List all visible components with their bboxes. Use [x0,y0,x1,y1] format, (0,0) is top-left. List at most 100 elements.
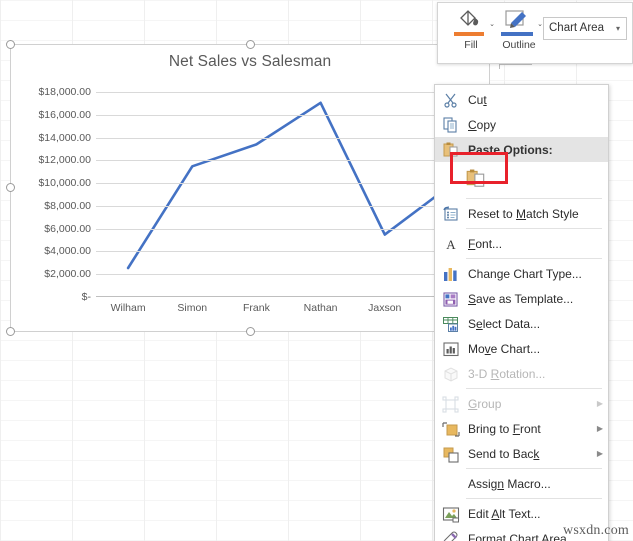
menu-item-label: Save as Template... [468,291,574,306]
format-chart-area-icon [439,528,463,541]
menu-item-assign-macro[interactable]: Assign Macro... [435,471,608,496]
resize-handle-bottom-left[interactable] [6,327,15,336]
resize-handle-middle-left[interactable] [6,183,15,192]
outline-button[interactable]: ⌄ Outline [496,8,543,51]
x-axis-tick-label: Nathan [303,302,338,314]
outline-icon-row: ⌄ [496,8,543,38]
mini-toolbar[interactable]: ⌄ Fill ⌄ Outline Chart Area ▾ [437,2,633,64]
font-a-icon: A [446,237,456,252]
resize-handle-top-center[interactable] [246,40,255,49]
y-axis-tick-label: $4,000.00 [44,245,91,258]
fill-icon-row: ⌄ [448,8,495,38]
menu-separator [466,388,602,389]
menu-item-bring-to-front[interactable]: Bring to Front ▶ [435,416,608,441]
no-icon [439,473,463,495]
series-line-net-sales[interactable] [126,101,451,270]
outline-color-swatch[interactable] [501,32,533,36]
menu-item-label: Change Chart Type... [468,266,582,281]
gridline [96,137,481,139]
chart-element-select-value: Chart Area [549,22,604,34]
cube-3d-icon [439,363,463,385]
menu-item-select-data[interactable]: Select Data... [435,311,608,336]
menu-item-reset-to-match-style[interactable]: Reset to Match Style [435,201,608,226]
chart-context-menu[interactable]: Cut Copy Paste Options: Reset to Match Styl… [434,84,609,541]
chart-area[interactable]: Net Sales vs Salesman $18,000.00 $16,000.… [11,45,489,331]
menu-item-change-chart-type[interactable]: Change Chart Type... [435,261,608,286]
menu-item-label: Edit Alt Text... [468,506,541,521]
clipboard-icon [439,139,463,161]
copy-icon [443,116,457,133]
menu-item-group: Group ▶ [435,391,608,416]
y-axis-tick-label: $10,000.00 [38,177,91,190]
alt-text-icon [439,503,463,525]
x-axis-tick-label: Simon [177,302,208,314]
menu-item-label: Bring to Front [468,421,541,436]
y-axis-tick-label: $14,000.00 [38,131,91,144]
paste-option-keep-source-formatting[interactable] [435,162,608,196]
x-axis-tick-label: Jaxson [368,302,402,314]
gridline [96,92,481,93]
save-template-icon [439,288,463,310]
chart-object[interactable]: Net Sales vs Salesman $18,000.00 $16,000.… [10,44,490,332]
fill-color-swatch[interactable] [454,32,484,36]
menu-item-copy[interactable]: Copy [435,112,608,137]
y-axis-tick-label: $12,000.00 [38,154,91,167]
resize-handle-bottom-center[interactable] [246,327,255,336]
menu-item-label: Group [468,396,502,411]
cube-3d-icon [444,366,458,382]
menu-separator [466,198,602,199]
gridline [96,274,481,276]
line-series [126,101,451,270]
menu-item-label: Font... [468,236,503,251]
move-chart-icon [443,341,459,356]
send-back-icon [443,447,459,463]
svg-text:A: A [446,237,456,252]
menu-item-label: Cut [468,92,487,107]
fill-button[interactable]: ⌄ Fill [448,8,495,51]
clipboard-icon [443,142,458,156]
alt-text-icon [442,506,460,522]
submenu-arrow-icon: ▶ [596,449,604,458]
chevron-down-icon[interactable]: ▾ [616,18,620,39]
gridline [96,205,481,207]
gridline [96,160,481,162]
font-a-icon: A [439,233,463,255]
move-chart-icon [439,338,463,360]
menu-item-label: 3-D Rotation... [468,366,546,381]
menu-item-move-chart[interactable]: Move Chart... [435,336,608,361]
change-chart-type-icon [439,263,463,285]
chart-title: Net Sales vs Salesman [168,53,332,70]
menu-item-cut[interactable]: Cut [435,87,608,112]
group-icon [442,395,459,413]
change-chart-type-icon [444,267,457,281]
watermark: wsxdn.com [563,523,629,538]
menu-item-label: Send to Back [468,446,540,461]
menu-item-save-as-template[interactable]: Save as Template... [435,286,608,311]
reset-style-icon [443,205,458,221]
submenu-arrow-icon: ▶ [596,424,604,433]
scissors-icon [439,89,463,111]
y-axis-tick-label: $8,000.00 [44,199,91,212]
menu-separator [466,258,602,259]
menu-item-label: Move Chart... [468,341,541,356]
gridline [96,251,481,253]
menu-header-paste-options: Paste Options: [435,137,608,162]
y-axis-tick-label: $- [81,291,91,303]
menu-separator [466,468,602,469]
menu-item-font[interactable]: A Font... [435,231,608,256]
fill-dropdown-caret[interactable]: ⌄ [489,20,495,28]
menu-item-label: Assign Macro... [468,476,551,491]
menu-item-send-to-back[interactable]: Send to Back ▶ [435,441,608,466]
scissors-icon [444,93,457,108]
plot-area[interactable]: $18,000.00 $16,000.00 $14,000.00 $12,000.00… [38,86,481,314]
bring-front-icon [442,421,460,437]
chart-element-select[interactable]: Chart Area ▾ [543,17,627,40]
resize-handle-top-left[interactable] [6,40,15,49]
gridline [96,183,481,185]
menu-item-label: Copy [468,117,497,132]
reset-style-icon [439,203,463,225]
outline-label: Outline [502,39,536,51]
menu-item-label: Reset to Match Style [468,206,579,221]
y-axis-tick-label: $6,000.00 [44,222,91,235]
x-axis-tick-label: Wilham [110,302,146,314]
